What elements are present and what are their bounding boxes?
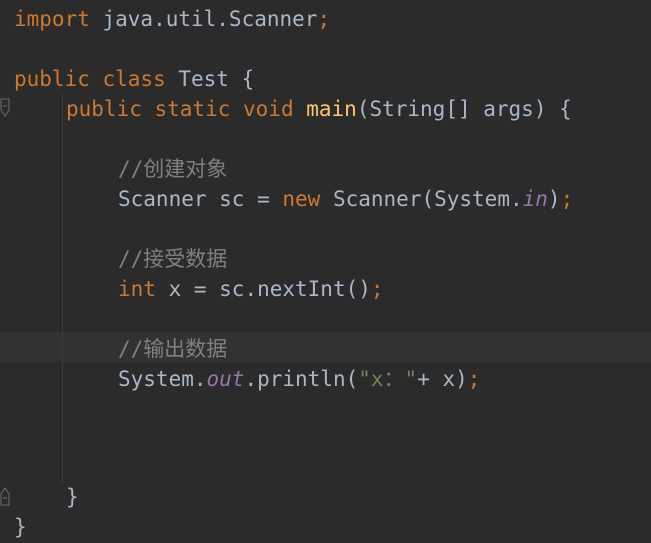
closing-brace: } xyxy=(66,485,79,509)
code-line-comment-output[interactable]: //输出数据 xyxy=(118,334,227,364)
scanner-declaration: Scanner sc = xyxy=(118,187,283,211)
string-literal: "x：" xyxy=(358,367,418,391)
fold-collapse-icon[interactable] xyxy=(0,98,10,118)
method-params: (String[] args) { xyxy=(356,97,572,121)
semicolon: ; xyxy=(560,187,574,211)
fold-end-icon[interactable] xyxy=(0,486,10,506)
code-line-comment-receive[interactable]: //接受数据 xyxy=(118,244,227,274)
system-class: System. xyxy=(118,367,207,391)
comment-output-data: //输出数据 xyxy=(118,337,228,361)
semicolon: ; xyxy=(370,277,384,301)
close-paren: ) xyxy=(547,187,561,211)
keyword-public: public xyxy=(14,67,90,91)
keyword-class: class xyxy=(89,67,166,91)
keyword-int: int xyxy=(118,277,156,301)
code-line-method-close[interactable]: } xyxy=(66,482,79,512)
closing-brace: } xyxy=(14,515,27,539)
package-name: java.util.Scanner xyxy=(89,7,318,31)
keyword-void: void xyxy=(230,97,294,121)
field-in: in xyxy=(522,187,548,211)
comment-receive-data: //接受数据 xyxy=(118,247,228,271)
read-int-expression: x = sc.nextInt() xyxy=(155,277,371,301)
code-editor[interactable]: import java.util.Scanner; public class T… xyxy=(0,0,651,543)
code-line-comment-create[interactable]: //创建对象 xyxy=(118,154,227,184)
println-args: + x) xyxy=(417,367,468,391)
keyword-new: new xyxy=(282,187,321,211)
keyword-public: public xyxy=(66,97,142,121)
code-line-main-method[interactable]: public static void main(String[] args) { xyxy=(66,94,572,124)
class-name: Test { xyxy=(165,67,255,91)
code-line-class-declaration[interactable]: public class Test { xyxy=(14,64,254,94)
keyword-static: static xyxy=(141,97,231,121)
semicolon: ; xyxy=(317,7,331,31)
code-line-class-close[interactable]: } xyxy=(14,512,27,542)
scanner-constructor: Scanner(System. xyxy=(320,187,523,211)
code-line-println[interactable]: System.out.println("x："+ x); xyxy=(118,364,480,394)
code-line-read-int[interactable]: int x = sc.nextInt(); xyxy=(118,274,384,304)
method-name-main: main xyxy=(293,97,357,121)
indent-guide xyxy=(62,94,63,484)
keyword-import: import xyxy=(14,7,90,31)
field-out: out xyxy=(206,367,245,391)
current-line-highlight xyxy=(0,332,651,362)
code-line-scanner-init[interactable]: Scanner sc = new Scanner(System.in); xyxy=(118,184,573,214)
semicolon: ; xyxy=(467,367,481,391)
comment-create-object: //创建对象 xyxy=(118,157,228,181)
println-call: .println( xyxy=(244,367,359,391)
code-line-import[interactable]: import java.util.Scanner; xyxy=(14,4,330,34)
